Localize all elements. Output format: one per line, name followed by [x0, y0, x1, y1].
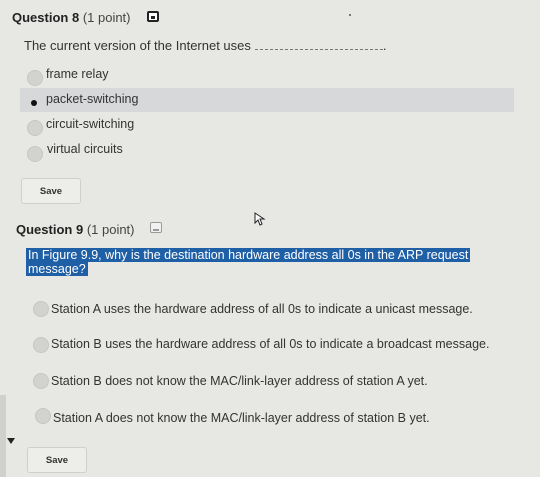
question-8-points: (1 point)	[82, 10, 131, 25]
question-9-prompt-line2: message?	[26, 262, 88, 276]
question-9-prompt: In Figure 9.9, why is the destination ha…	[26, 248, 480, 276]
question-9-title: Question 9	[16, 222, 84, 237]
q8-option-3-label[interactable]: circuit-switching	[46, 117, 134, 131]
q8-option-1-label[interactable]: frame relay	[46, 67, 109, 81]
question-8-prompt-text: The current version of the Internet uses	[24, 38, 251, 53]
q9-option-1-label[interactable]: Station A uses the hardware address of a…	[51, 302, 473, 316]
q8-save-button[interactable]: Save	[21, 178, 81, 204]
q8-option-1-radio[interactable]	[27, 70, 43, 86]
question-9-prompt-line1: In Figure 9.9, why is the destination ha…	[26, 248, 471, 262]
q8-option-2-label[interactable]: packet-switching	[46, 92, 138, 106]
q9-option-4-radio[interactable]	[35, 408, 51, 424]
q8-option-3-radio[interactable]	[27, 120, 43, 136]
floppy-disk-icon[interactable]	[150, 222, 162, 233]
q8-option-2-radio[interactable]	[26, 95, 42, 111]
q9-option-2-label[interactable]: Station B uses the hardware address of a…	[51, 337, 489, 351]
stray-dot	[349, 14, 351, 16]
answer-blank	[254, 49, 383, 50]
q9-option-3-label[interactable]: Station B does not know the MAC/link-lay…	[51, 374, 428, 388]
question-8-prompt: The current version of the Internet uses…	[24, 38, 387, 53]
caret-down-icon[interactable]	[7, 438, 15, 444]
scroll-edge	[0, 395, 6, 477]
q9-option-2-radio[interactable]	[33, 337, 49, 353]
question-9-header: Question 9 (1 point)	[16, 222, 135, 237]
q8-option-4-label[interactable]: virtual circuits	[47, 142, 123, 156]
question-9-points: (1 point)	[86, 222, 135, 237]
q9-option-1-radio[interactable]	[33, 301, 49, 317]
question-8-header: Question 8 (1 point)	[12, 10, 131, 25]
q9-option-4-label[interactable]: Station A does not know the MAC/link-lay…	[53, 411, 430, 425]
q9-option-3-radio[interactable]	[33, 373, 49, 389]
mouse-pointer-icon	[254, 212, 266, 226]
q9-save-button[interactable]: Save	[27, 447, 87, 473]
question-8-prompt-end: .	[382, 38, 387, 53]
question-8-title: Question 8	[12, 10, 80, 25]
floppy-disk-icon[interactable]	[147, 11, 159, 22]
q8-option-4-radio[interactable]	[27, 146, 43, 162]
